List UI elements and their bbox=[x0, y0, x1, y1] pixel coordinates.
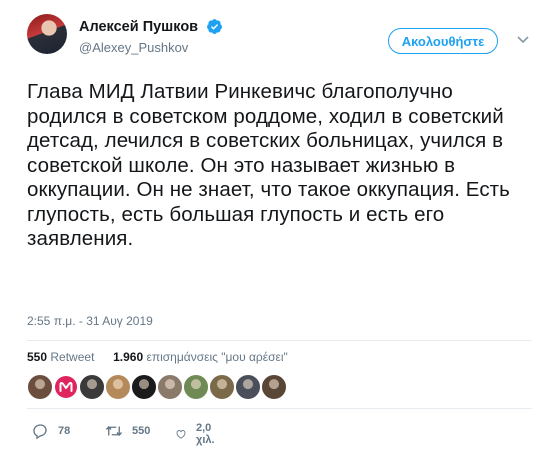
reply-button[interactable]: 78 bbox=[31, 422, 70, 440]
follow-button[interactable]: Ακολουθήστε bbox=[388, 28, 498, 54]
author-info: Алексей Пушков @Alexey_Pushkov bbox=[79, 18, 223, 55]
liker-avatar[interactable] bbox=[261, 374, 287, 400]
like-button[interactable]: 2,0 χιλ. bbox=[175, 422, 221, 446]
retweet-action-count: 550 bbox=[132, 425, 151, 437]
like-action-count: 2,0 χιλ. bbox=[195, 422, 215, 446]
heart-icon bbox=[176, 430, 186, 439]
author-display-name[interactable]: Алексей Пушков bbox=[79, 19, 198, 35]
liker-avatar[interactable] bbox=[105, 374, 131, 400]
reply-count: 78 bbox=[58, 425, 71, 437]
liker-avatar[interactable] bbox=[79, 374, 105, 400]
retweet-icon bbox=[105, 426, 123, 436]
liker-avatar[interactable] bbox=[209, 374, 235, 400]
retweet-label[interactable]: Retweet bbox=[50, 350, 94, 364]
liker-avatar[interactable] bbox=[27, 374, 53, 400]
author-handle[interactable]: @Alexey_Pushkov bbox=[79, 40, 223, 55]
liker-avatar[interactable] bbox=[183, 374, 209, 400]
liker-avatar[interactable] bbox=[53, 374, 79, 400]
divider-top bbox=[27, 340, 532, 341]
chevron-down-icon[interactable] bbox=[517, 36, 529, 44]
liker-avatar[interactable] bbox=[131, 374, 157, 400]
reply-icon bbox=[33, 424, 47, 440]
retweet-count[interactable]: 550 bbox=[27, 350, 47, 364]
tweet-stats: 550 Retweet 1.960 επισημάνσεις "μου αρέσ… bbox=[27, 350, 288, 364]
tweet-text: Глава МИД Латвии Ринкевичс благополучно … bbox=[27, 80, 510, 250]
liker-avatar[interactable] bbox=[157, 374, 183, 400]
retweet-button[interactable]: 550 bbox=[105, 422, 150, 440]
like-count[interactable]: 1.960 bbox=[113, 350, 143, 364]
verified-badge-icon bbox=[206, 19, 222, 35]
tweet-timestamp[interactable]: 2:55 π.μ. - 31 Αυγ 2019 bbox=[27, 314, 153, 328]
liker-avatar[interactable] bbox=[235, 374, 261, 400]
like-label[interactable]: επισημάνσεις "μου αρέσει" bbox=[146, 350, 287, 364]
divider-bottom bbox=[27, 408, 532, 409]
author-avatar[interactable] bbox=[27, 14, 67, 54]
